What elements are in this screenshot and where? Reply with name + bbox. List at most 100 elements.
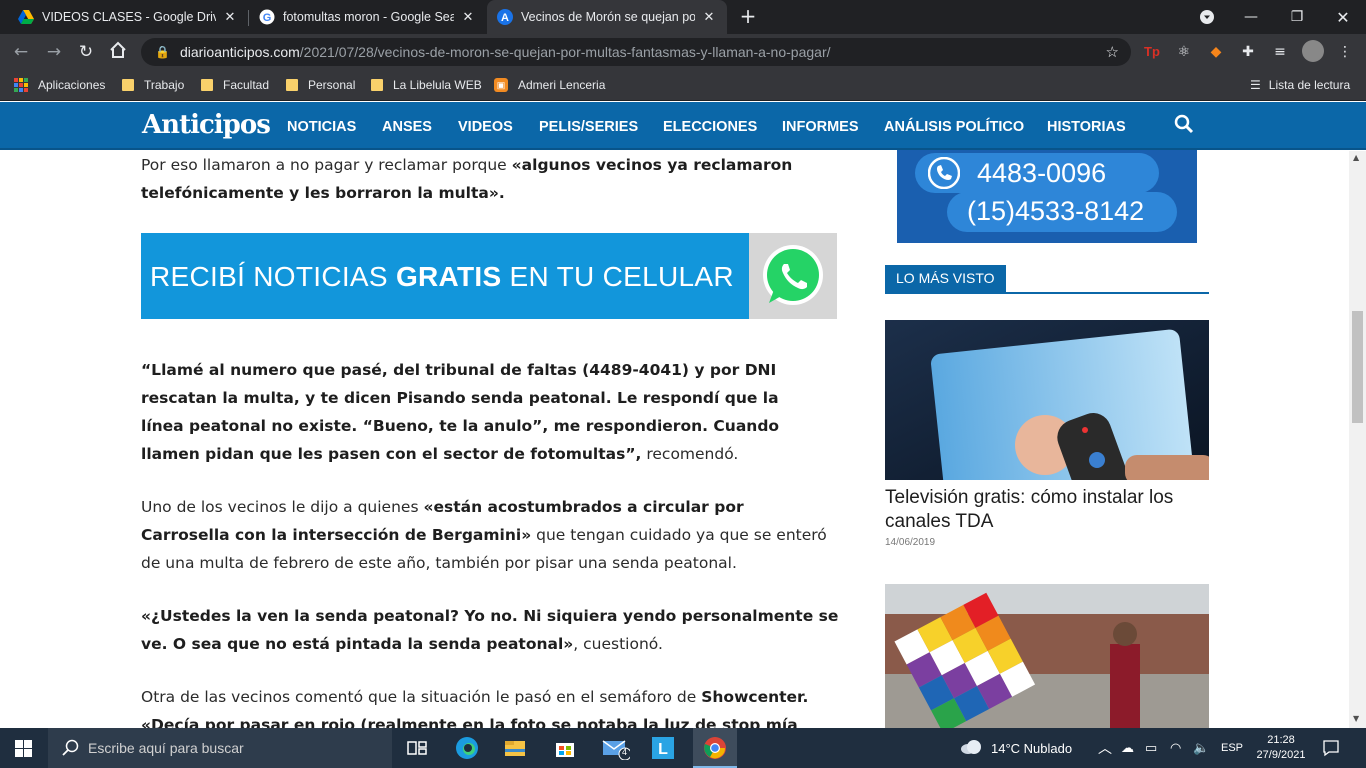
phone-advertisement[interactable]: 4483-0096 (15)4533-8142 [897,150,1197,243]
extension-tp-icon[interactable]: Tp [1143,43,1161,61]
text: recomendó. [641,445,739,463]
google-drive-icon [18,9,34,25]
svg-text:A: A [501,12,509,24]
tab-google-drive[interactable]: VIDEOS CLASES - Google Drive ✕ [8,0,248,34]
bookmarks-bar: Aplicaciones Trabajo Facultad Personal L… [0,70,1366,101]
bookmark-apps[interactable]: Aplicaciones [14,77,105,93]
banner-text-post: EN TU CELULAR [501,261,734,292]
window-close-icon[interactable]: ✕ [1320,0,1366,34]
site-logo[interactable]: Anticipos [142,110,271,140]
weather-widget[interactable]: 14°C Nublado [959,728,1072,768]
scroll-down-arrow-icon[interactable]: ▼ [1353,714,1359,723]
search-icon[interactable] [1174,114,1194,134]
search-icon [62,739,80,760]
windows-start-icon[interactable] [0,728,46,768]
wiphala-flag-image[interactable] [885,584,1209,728]
scroll-up-arrow-icon[interactable]: ▲ [1353,153,1359,162]
tab-title: VIDEOS CLASES - Google Drive [42,10,216,24]
phone-pill-2: (15)4533-8142 [947,192,1177,232]
notifications-icon[interactable] [1322,728,1340,768]
extension-atom-icon[interactable]: ⚛ [1175,43,1193,61]
media-control-icon[interactable]: ≡ [1271,43,1289,61]
clock-time: 21:28 [1267,734,1295,746]
menu-kebab-icon[interactable]: ⋮ [1336,43,1354,61]
profile-avatar[interactable] [1302,40,1324,62]
home-icon[interactable] [107,41,129,63]
nav-pelis-series[interactable]: PELIS/SERIES [539,119,638,135]
address-bar[interactable]: 🔒 diarioanticipos.com/2021/07/28/vecinos… [141,38,1131,66]
article-card-title[interactable]: Televisión gratis: cómo instalar los can… [885,486,1209,534]
clock-date: 27/9/2021 [1256,749,1306,761]
article-card-date: 14/06/2019 [885,537,936,548]
reading-list-label: Lista de lectura [1268,78,1351,92]
folder-icon [122,79,134,91]
scrollbar-thumb[interactable] [1352,311,1363,423]
onedrive-icon[interactable]: ☁ [1121,728,1134,768]
bookmark-facultad[interactable]: Facultad [201,77,269,93]
nav-videos[interactable]: VIDEOS [458,119,513,135]
minimize-icon[interactable]: — [1228,0,1274,34]
nav-analisis-politico[interactable]: ANÁLISIS POLÍTICO [884,119,1024,135]
tab-search-icon[interactable] [1184,0,1230,34]
browser-tab-strip: VIDEOS CLASES - Google Drive ✕ G fotomul… [0,0,1366,34]
close-icon[interactable]: ✕ [460,9,476,25]
reading-list-button[interactable]: ☰ Lista de lectura [1250,77,1350,93]
close-icon[interactable]: ✕ [701,9,717,25]
svg-text:L: L [658,741,668,758]
mail-icon[interactable]: 4 [602,736,632,761]
banner-text: RECIBÍ NOTICIAS GRATIS EN TU CELULAR [150,261,734,293]
extension-fox-icon[interactable]: ◆ [1207,43,1225,61]
tab-title: Vecinos de Morón se quejan por [521,10,695,24]
edge-browser-icon[interactable] [455,736,479,760]
bookmark-label: La Libelula WEB [393,78,482,92]
tv-remote-image[interactable] [885,320,1209,480]
site-navbar: Anticipos NOTICIAS ANSES VIDEOS PELIS/SE… [0,102,1366,150]
new-tab-button[interactable]: + [738,6,758,26]
bookmark-star-icon[interactable]: ☆ [1106,43,1119,61]
nav-informes[interactable]: INFORMES [782,119,859,135]
show-hidden-icons-icon[interactable]: ︿ [1098,728,1112,768]
folder-icon [201,79,213,91]
bookmark-personal[interactable]: Personal [286,77,355,93]
phone-number-1: 4483-0096 [977,158,1107,188]
bookmark-trabajo[interactable]: Trabajo [122,77,184,93]
reload-icon[interactable]: ↻ [75,41,97,63]
clock[interactable]: 21:28 27/9/2021 [1256,728,1306,768]
wifi-icon[interactable]: ◠ [1170,728,1181,768]
nav-anses[interactable]: ANSES [382,119,432,135]
volume-icon[interactable]: 🔈 [1193,728,1209,768]
bookmark-admeri[interactable]: ▣ Admeri Lenceria [494,77,605,93]
url-path: /2021/07/28/vecinos-de-moron-se-quejan-p… [299,44,831,60]
bookmark-label: Admeri Lenceria [518,78,606,92]
tab-google-search[interactable]: G fotomultas moron - Google Search ✕ [249,0,486,34]
l-app-icon[interactable]: L [651,736,675,760]
battery-icon[interactable]: ▭ [1145,728,1157,768]
file-explorer-icon[interactable] [503,736,527,760]
extensions-puzzle-icon[interactable]: ✚ [1239,43,1257,61]
tab-active-article[interactable]: A Vecinos de Morón se quejan por ✕ [487,0,727,34]
windows-taskbar: Escribe aquí para buscar 4 L 14°C Nublad… [0,728,1366,768]
task-view-icon[interactable] [405,736,429,760]
text: , cuestionó. [573,635,663,653]
nav-historias[interactable]: HISTORIAS [1047,119,1126,135]
nav-elecciones[interactable]: ELECCIONES [663,119,757,135]
store-icon[interactable] [553,736,577,760]
language-indicator[interactable]: ESP [1221,728,1243,768]
nav-noticias[interactable]: NOTICIAS [287,119,356,135]
whatsapp-news-banner[interactable]: RECIBÍ NOTICIAS GRATIS EN TU CELULAR [141,233,837,319]
restore-icon[interactable]: ❐ [1274,0,1320,34]
phone-pill-1: 4483-0096 [915,153,1159,193]
chrome-taskbar-icon[interactable] [693,728,737,768]
taskbar-search-box[interactable]: Escribe aquí para buscar [48,728,392,768]
bold-text: «¿Ustedes la ven la senda peatonal? Yo n… [141,607,839,653]
close-icon[interactable]: ✕ [222,9,238,25]
forward-icon[interactable]: → [43,41,65,63]
bookmark-la-libelula[interactable]: La Libelula WEB [371,77,482,93]
whatsapp-icon [763,245,823,305]
bookmark-site-icon: ▣ [494,78,508,92]
back-icon[interactable]: ← [10,41,32,63]
page-scrollbar[interactable]: ▲ ▼ [1349,151,1366,728]
reading-list-icon: ☰ [1250,78,1261,92]
browser-toolbar: ← → ↻ 🔒 diarioanticipos.com/2021/07/28/v… [0,34,1366,70]
bookmark-label: Trabajo [144,78,185,92]
